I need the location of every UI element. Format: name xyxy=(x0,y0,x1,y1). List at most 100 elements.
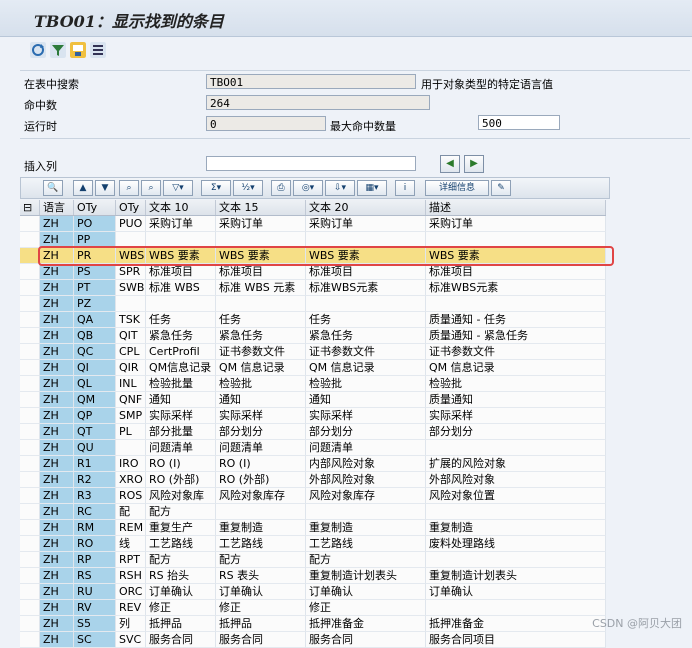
row-selector[interactable] xyxy=(20,536,40,552)
table-row[interactable]: ZH S5 列抵押品 抵押品 抵押准备金 抵押准备金 xyxy=(20,616,606,632)
row-selector[interactable] xyxy=(20,248,40,264)
table-row[interactable]: ZH QT PL 部分批量 部分划分 部分划分 部分划分 xyxy=(20,424,606,440)
row-selector[interactable] xyxy=(20,344,40,360)
row-selector[interactable] xyxy=(20,328,40,344)
column-header[interactable]: OTy xyxy=(116,200,146,215)
table-row[interactable]: ZH RS RSH RS 抬头 RS 表头 重复制造计划表头 重复制造计划表头 xyxy=(20,568,606,584)
column-header[interactable]: 描述 xyxy=(426,200,606,215)
select-all-icon[interactable]: ⊟ xyxy=(20,200,40,215)
save-icon[interactable] xyxy=(70,42,86,58)
filter-icon[interactable] xyxy=(50,42,66,58)
row-selector[interactable] xyxy=(20,504,40,520)
table-cell xyxy=(116,296,146,312)
insert-left-button[interactable]: ◀ xyxy=(440,155,460,173)
row-selector[interactable] xyxy=(20,584,40,600)
insert-right-button[interactable]: ▶ xyxy=(464,155,484,173)
row-selector[interactable] xyxy=(20,520,40,536)
row-selector[interactable] xyxy=(20,440,40,456)
row-selector[interactable] xyxy=(20,616,40,632)
table-cell xyxy=(426,440,606,456)
settings-icon[interactable]: ✎ xyxy=(491,180,511,196)
table-row[interactable]: ZH RP RPT 配方 配方 配方 xyxy=(20,552,606,568)
table-row[interactable]: ZH RU ORC 订单确认 订单确认 订单确认 订单确认 xyxy=(20,584,606,600)
table-row[interactable]: ZH R1 IRO RO (I) RO (I) 内部风险对象 扩展的风险对象 xyxy=(20,456,606,472)
row-selector[interactable] xyxy=(20,232,40,248)
row-selector[interactable] xyxy=(20,264,40,280)
table-cell: 部分划分 xyxy=(306,424,426,440)
max-hits-field[interactable]: 500 xyxy=(478,115,560,130)
table-row[interactable]: ZH R3 ROS 风险对象库 风险对象库存 风险对象库存 风险对象位置 xyxy=(20,488,606,504)
table-row[interactable]: ZH R2 XRO RO (外部) RO (外部) 外部风险对象 外部风险对象 xyxy=(20,472,606,488)
row-selector[interactable] xyxy=(20,552,40,568)
table-row[interactable]: ZH PS SPR 标准项目 标准项目 标准项目 标准项目 xyxy=(20,264,606,280)
sum-dropdown-icon[interactable]: Σ▾ xyxy=(201,180,231,196)
row-selector[interactable] xyxy=(20,488,40,504)
row-selector[interactable] xyxy=(20,216,40,232)
search-table-field[interactable]: TBO01 xyxy=(206,74,416,89)
sort-desc-icon[interactable]: ▼ xyxy=(95,180,115,196)
row-selector[interactable] xyxy=(20,360,40,376)
table-cell: ZH xyxy=(40,440,74,456)
table-cell: 订单确认 xyxy=(146,584,216,600)
sort-asc-icon[interactable]: ▲ xyxy=(73,180,93,196)
table-row[interactable]: ZH SC SVC 服务合同 服务合同 服务合同 服务合同项目 xyxy=(20,632,606,648)
row-selector[interactable] xyxy=(20,296,40,312)
table-row[interactable]: ZH QI QIR QM信息记录 QM 信息记录 QM 信息记录 QM 信息记录 xyxy=(20,360,606,376)
list-icon[interactable] xyxy=(90,42,106,58)
info-icon[interactable]: i xyxy=(395,180,415,196)
table-row[interactable]: ZH QP SMP 实际采样 实际采样 实际采样 实际采样 xyxy=(20,408,606,424)
row-selector[interactable] xyxy=(20,600,40,616)
column-header[interactable]: 语言 xyxy=(40,200,74,215)
row-selector[interactable] xyxy=(20,312,40,328)
find-next-icon[interactable]: ⌕ xyxy=(141,180,161,196)
row-selector[interactable] xyxy=(20,472,40,488)
column-header[interactable]: OTy xyxy=(74,200,116,215)
table-cell: 问题清单 xyxy=(216,440,306,456)
table-row[interactable]: ZH RM REM 重复生产 重复制造 重复制造 重复制造 xyxy=(20,520,606,536)
table-row[interactable]: ZH QL INL 检验批量 检验批 检验批 检验批 xyxy=(20,376,606,392)
table-row[interactable]: ZH RO 线工艺路线 工艺路线 工艺路线 废料处理路线 xyxy=(20,536,606,552)
refresh-icon[interactable] xyxy=(30,42,46,58)
column-header[interactable]: 文本 20 xyxy=(306,200,426,215)
column-header[interactable]: 文本 10 xyxy=(146,200,216,215)
table-row[interactable]: ZH PZ xyxy=(20,296,606,312)
subtotal-dropdown-icon[interactable]: ½▾ xyxy=(233,180,263,196)
detail-info-button[interactable]: 详细信息 xyxy=(425,180,489,196)
row-selector[interactable] xyxy=(20,568,40,584)
row-selector[interactable] xyxy=(20,376,40,392)
views-dropdown-icon[interactable]: ◎▾ xyxy=(293,180,323,196)
row-selector[interactable] xyxy=(20,280,40,296)
table-cell: 标准 WBS 元素 xyxy=(216,280,306,296)
table-cell: ZH xyxy=(40,568,74,584)
table-cell: 实际采样 xyxy=(146,408,216,424)
row-selector[interactable] xyxy=(20,456,40,472)
table-cell: RO (外部) xyxy=(216,472,306,488)
table-row[interactable]: ZH QU 问题清单 问题清单 问题清单 xyxy=(20,440,606,456)
table-row[interactable]: ZH PR WBS WBS 要素 WBS 要素 WBS 要素 WBS 要素 xyxy=(20,248,606,264)
table-row[interactable]: ZH QB QIT 紧急任务 紧急任务 紧急任务 质量通知 - 紧急任务 xyxy=(20,328,606,344)
layout-dropdown-icon[interactable]: ▦▾ xyxy=(357,180,387,196)
row-selector[interactable] xyxy=(20,424,40,440)
table-row[interactable]: ZH PT SWB 标准 WBS 标准 WBS 元素 标准WBS元素 标准WBS元素 xyxy=(20,280,606,296)
table-cell: 服务合同 xyxy=(146,632,216,648)
print-icon[interactable]: ⎙ xyxy=(271,180,291,196)
table-cell: REV xyxy=(116,600,146,616)
watermark: CSDN @阿贝大团 xyxy=(592,617,682,630)
table-row[interactable]: ZH PP xyxy=(20,232,606,248)
table-row[interactable]: ZH RC 配配方 xyxy=(20,504,606,520)
find-icon[interactable]: ⌕ xyxy=(119,180,139,196)
table-row[interactable]: ZH RV REV 修正 修正 修正 xyxy=(20,600,606,616)
table-row[interactable]: ZH QA TSK 任务 任务 任务 质量通知 - 任务 xyxy=(20,312,606,328)
filter-dropdown-icon[interactable]: ▽▾ xyxy=(163,180,193,196)
export-dropdown-icon[interactable]: ⇩▾ xyxy=(325,180,355,196)
table-row[interactable]: ZH PO PUO 采购订单 采购订单 采购订单 采购订单 xyxy=(20,216,606,232)
row-selector[interactable] xyxy=(20,392,40,408)
column-header[interactable]: 文本 15 xyxy=(216,200,306,215)
row-selector[interactable] xyxy=(20,408,40,424)
insert-col-field[interactable] xyxy=(206,156,416,171)
table-row[interactable]: ZH QM QNF 通知 通知 通知 质量通知 xyxy=(20,392,606,408)
row-selector[interactable] xyxy=(20,632,40,648)
details-icon[interactable]: 🔍 xyxy=(43,180,63,196)
table-row[interactable]: ZH QC CPL CertProfil 证书参数文件 证书参数文件 证书参数文件 xyxy=(20,344,606,360)
table-cell: WBS xyxy=(116,248,146,264)
